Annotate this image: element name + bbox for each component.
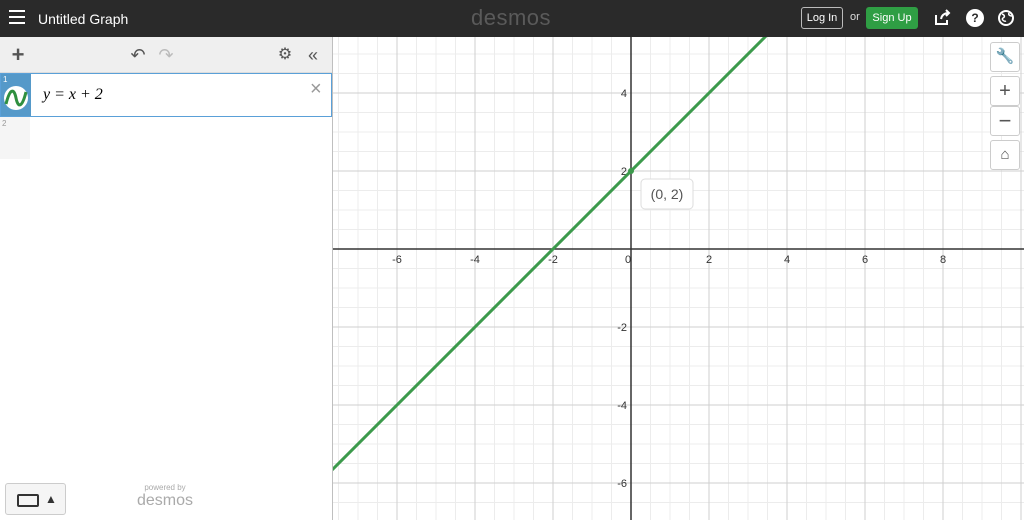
login-button[interactable]: Log In <box>801 7 843 29</box>
help-icon[interactable]: ? <box>966 9 984 27</box>
expression-input[interactable]: y = x + 2 <box>43 86 103 104</box>
wrench-icon[interactable]: 🔧 <box>990 42 1020 72</box>
chevron-up-icon: ▲ <box>45 492 57 506</box>
expression-row[interactable]: 1 y = x + 2 × <box>0 73 332 117</box>
graph-svg[interactable]: -6 -4 -2 0 2 4 6 842-2-4-6(0, 2) <box>333 37 1024 520</box>
zoom-out-button[interactable]: − <box>990 106 1020 136</box>
powered-by: powered by desmos <box>133 483 197 510</box>
x-tick-label: 8 <box>940 254 946 266</box>
expression-row-empty[interactable]: 2 <box>0 117 30 159</box>
expression-index: 1 <box>3 75 8 84</box>
x-tick-label: 0 <box>625 254 631 266</box>
x-tick-label: 2 <box>706 254 712 266</box>
expression-index: 2 <box>2 119 7 128</box>
x-tick-label: -4 <box>470 254 480 266</box>
undo-icon[interactable]: ↶ <box>127 44 149 66</box>
signup-button[interactable]: Sign Up <box>866 7 918 29</box>
close-icon[interactable]: × <box>310 78 322 101</box>
expression-toolbar: + ↶ ↷ ⚙ « <box>0 37 332 73</box>
expression-color-tab[interactable]: 1 <box>1 74 31 116</box>
x-tick-label: -2 <box>548 254 558 266</box>
keyboard-icon <box>17 494 39 507</box>
graph-canvas[interactable]: -6 -4 -2 0 2 4 6 8 4 2 -2 -4 -6 (0, 2) <box>333 37 1024 520</box>
intercept-point <box>628 168 634 174</box>
menu-icon[interactable] <box>9 10 25 24</box>
powered-by-label: powered by <box>144 483 186 492</box>
expression-panel: + ↶ ↷ ⚙ « 1 y = x + 2 × 2 ▲ powered by d… <box>0 37 333 520</box>
y-tick-label: 4 <box>621 88 627 100</box>
graph-title[interactable]: Untitled Graph <box>38 11 128 27</box>
plus-icon[interactable]: + <box>7 44 29 66</box>
zoom-in-button[interactable]: + <box>990 76 1020 106</box>
y-tick-label: -6 <box>617 478 627 490</box>
x-tick-label: -6 <box>392 254 402 266</box>
powered-by-brand: desmos <box>136 492 194 509</box>
gear-icon[interactable]: ⚙ <box>274 44 296 66</box>
globe-icon[interactable] <box>997 9 1015 27</box>
x-tick-label: 6 <box>862 254 868 266</box>
point-label: (0, 2) <box>651 186 684 202</box>
redo-icon[interactable]: ↷ <box>155 44 177 66</box>
top-bar: Untitled Graph desmos Log In or Sign Up … <box>0 0 1024 37</box>
home-icon[interactable]: ⌂ <box>990 140 1020 170</box>
x-tick-label: 4 <box>784 254 790 266</box>
y-tick-label: -4 <box>617 400 627 412</box>
or-label: or <box>850 11 860 23</box>
share-icon[interactable] <box>933 9 951 27</box>
y-tick-label: -2 <box>617 322 627 334</box>
double-chevron-left-icon[interactable]: « <box>302 44 324 66</box>
graph-wave-icon[interactable] <box>4 86 28 110</box>
keyboard-button[interactable]: ▲ <box>5 483 66 515</box>
brand-logo: desmos <box>471 5 552 30</box>
